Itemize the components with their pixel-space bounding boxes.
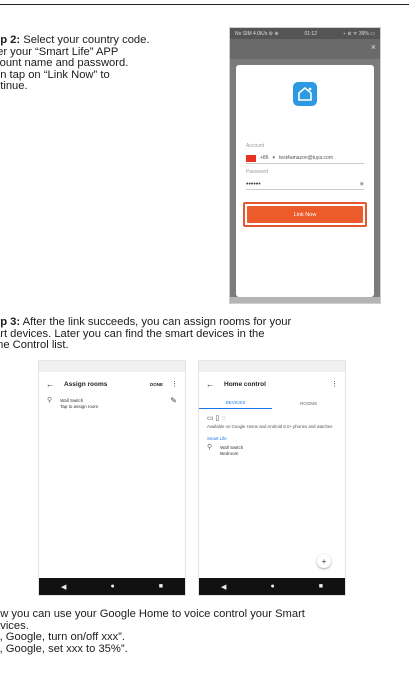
add-button[interactable]: + bbox=[317, 554, 331, 568]
dialog-header: × bbox=[230, 39, 380, 59]
provider-label: Smart Life bbox=[207, 435, 227, 441]
step2-line-2: ter your “Smart Life” APP bbox=[0, 45, 119, 58]
final-line-1: ow you can use your Google Home to voice… bbox=[0, 608, 305, 620]
step2-instructions: ep 2: Select your country code. ter your… bbox=[0, 34, 204, 93]
link-now-highlight: Link Now bbox=[243, 202, 367, 227]
status-left: No SIM 4.0K/s ⚙ ⊕ bbox=[235, 30, 279, 37]
more-vert-icon[interactable]: ⋮ bbox=[171, 380, 178, 388]
edit-icon[interactable]: ✎ bbox=[170, 397, 177, 405]
tab-bar: DEVICES ROOMS bbox=[199, 396, 345, 410]
device-row[interactable]: ⚲ Wall Switch Tap to assign room ✎ bbox=[39, 396, 185, 412]
link-account-screenshot: No SIM 4.0K/s ⚙ ⊕ 01:12 ⋆ ⊚ ᯤ 39% ▭ × Ac… bbox=[230, 28, 380, 303]
final-line-4: k, Google, set xxx to 35%”. bbox=[0, 642, 128, 655]
smart-life-logo-icon bbox=[293, 82, 317, 106]
device-name: Wall Switch bbox=[220, 444, 244, 450]
login-card: Account +86 ▾ test4amazon@tuya.com Passw… bbox=[236, 65, 374, 297]
step2-line-4: en tap on “Link Now” to bbox=[0, 68, 110, 81]
chevron-down-icon[interactable]: ▾ bbox=[272, 155, 275, 161]
step3-label: ep 3: bbox=[0, 316, 21, 328]
final-line-2: evices. bbox=[0, 619, 29, 632]
step3-line-3: me Control list. bbox=[0, 339, 69, 352]
step2-line-3: count name and password. bbox=[0, 57, 129, 70]
device-name: Wall Switch bbox=[60, 398, 84, 403]
device-meta: Wall Switch Bedroom bbox=[220, 445, 337, 457]
password-value[interactable]: •••••• bbox=[246, 181, 261, 188]
nav-recent-icon[interactable]: ■ bbox=[319, 583, 323, 590]
status-right: ⋆ ⊚ ᯤ 39% ▭ bbox=[342, 30, 375, 37]
device-room: Bedroom bbox=[220, 450, 239, 456]
step3-instructions: ep 3: After the link succeeds, you can a… bbox=[0, 316, 406, 352]
account-field[interactable]: +86 ▾ test4amazon@tuya.com bbox=[246, 153, 364, 164]
step2-line-5: ntinue. bbox=[0, 80, 28, 93]
nav-back-icon[interactable]: ◀ bbox=[61, 583, 66, 591]
country-flag-icon bbox=[246, 154, 256, 162]
country-code[interactable]: +86 bbox=[260, 155, 268, 161]
lightbulb-icon: ⚲ bbox=[47, 397, 53, 404]
nav-recent-icon[interactable]: ■ bbox=[159, 583, 163, 590]
close-icon[interactable]: × bbox=[371, 42, 376, 52]
top-divider bbox=[0, 4, 409, 5]
tab-rooms[interactable]: ROOMS bbox=[272, 398, 345, 409]
android-nav-bar: ◀ ● ■ bbox=[199, 578, 345, 595]
android-nav-bar: ◀ ● ■ bbox=[39, 578, 185, 595]
step2-label: ep 2: bbox=[0, 34, 21, 46]
password-field[interactable]: •••••• ◉ bbox=[246, 179, 364, 190]
step3-line-1: After the link succeeds, you can assign … bbox=[20, 316, 292, 328]
app-bar: ← Home control ⋮ bbox=[199, 372, 345, 396]
account-email[interactable]: test4amazon@tuya.com bbox=[279, 155, 333, 161]
home-icon bbox=[298, 86, 312, 101]
screen-title: Assign rooms bbox=[64, 380, 108, 388]
device-subtitle: Tap to assign room bbox=[60, 404, 99, 409]
device-type-icons: ▭ ▯ ◌ bbox=[207, 415, 226, 422]
home-control-screenshot: ← Home control ⋮ DEVICES ROOMS ▭ ▯ ◌ Ava… bbox=[198, 360, 346, 596]
eye-icon[interactable]: ◉ bbox=[360, 181, 364, 187]
done-button[interactable]: DONE bbox=[150, 382, 163, 387]
tab-devices[interactable]: DEVICES bbox=[199, 397, 272, 409]
nav-back-icon[interactable]: ◀ bbox=[221, 583, 226, 591]
bottom-bar bbox=[230, 297, 380, 303]
back-arrow-icon[interactable]: ← bbox=[46, 380, 54, 389]
password-label: Password bbox=[246, 169, 268, 175]
status-bar: No SIM 4.0K/s ⚙ ⊕ 01:12 ⋆ ⊚ ᯤ 39% ▭ bbox=[230, 28, 380, 39]
final-line-3: k, Google, turn on/off xxx”. bbox=[0, 631, 125, 644]
status-bar bbox=[39, 361, 185, 372]
status-time: 01:12 bbox=[304, 30, 317, 37]
account-label: Account bbox=[246, 143, 265, 149]
assign-rooms-screenshot: ← Assign rooms DONE ⋮ ⚲ Wall Switch Tap … bbox=[38, 360, 186, 596]
nav-home-icon[interactable]: ● bbox=[110, 583, 114, 590]
step2-line-1: Select your country code. bbox=[20, 34, 150, 46]
device-row[interactable]: ⚲ Wall Switch Bedroom bbox=[199, 443, 345, 459]
device-meta: Wall Switch Tap to assign room bbox=[60, 398, 170, 410]
more-vert-icon[interactable]: ⋮ bbox=[331, 380, 338, 388]
nav-home-icon[interactable]: ● bbox=[270, 583, 274, 590]
status-bar bbox=[199, 361, 345, 372]
back-arrow-icon[interactable]: ← bbox=[206, 380, 214, 389]
link-now-button[interactable]: Link Now bbox=[247, 206, 363, 223]
app-bar: ← Assign rooms DONE ⋮ bbox=[39, 372, 185, 396]
voice-control-instructions: ow you can use your Google Home to voice… bbox=[0, 608, 406, 655]
step3-line-2: art devices. Later you can find the smar… bbox=[0, 327, 265, 340]
screen-title: Home control bbox=[224, 380, 266, 388]
availability-note: Available on Google Home and Android 6.0… bbox=[207, 424, 333, 429]
lightbulb-icon: ⚲ bbox=[207, 443, 213, 451]
